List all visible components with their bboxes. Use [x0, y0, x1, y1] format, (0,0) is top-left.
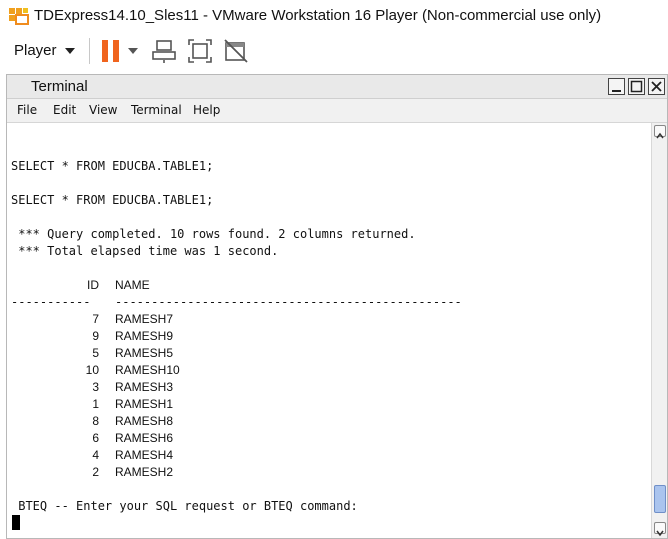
table-row-name: RAMESH6 — [115, 431, 174, 445]
table-row-id: 3 — [92, 380, 99, 394]
chevron-down-icon — [64, 48, 75, 55]
unity-icon[interactable] — [223, 38, 249, 64]
elapsed-time-line: *** Total elapsed time was 1 second. — [11, 244, 279, 258]
column-rule-name: ----------------------------------------… — [115, 295, 462, 309]
table-row-id: 5 — [92, 346, 99, 360]
menu-terminal[interactable]: Terminal — [131, 103, 182, 117]
table-row-id: 4 — [92, 448, 99, 462]
table-row-name: RAMESH9 — [115, 329, 174, 343]
terminal-titlebar[interactable]: Terminal — [7, 75, 667, 99]
terminal-menubar: File Edit View Terminal Help — [7, 99, 667, 123]
table-row-id: 7 — [92, 312, 99, 326]
scroll-down-button[interactable] — [654, 522, 666, 537]
minimize-icon — [612, 90, 621, 92]
table-row-name: RAMESH1 — [115, 397, 174, 411]
maximize-button[interactable] — [628, 78, 645, 95]
terminal-title: Terminal — [31, 78, 88, 95]
send-ctrl-alt-del-icon[interactable] — [151, 38, 177, 64]
table-row-id: 2 — [92, 465, 99, 479]
table-row-name: RAMESH5 — [115, 346, 174, 360]
pause-icon[interactable] — [100, 38, 122, 64]
dropdown-caret-icon[interactable] — [127, 38, 139, 64]
close-icon — [651, 81, 662, 92]
table-row-id: 8 — [92, 414, 99, 428]
sql-command-line: SELECT * FROM EDUCBA.TABLE1; — [11, 159, 214, 173]
chevron-down-icon — [656, 530, 664, 537]
scroll-up-button[interactable] — [654, 125, 666, 139]
scroll-thumb[interactable] — [654, 485, 666, 513]
vmware-logo-icon — [9, 8, 29, 25]
table-row-id: 6 — [92, 431, 99, 445]
toolbar-divider — [89, 38, 90, 64]
table-row-name: RAMESH8 — [115, 414, 174, 428]
table-row-name: RAMESH2 — [115, 465, 174, 479]
menu-edit[interactable]: Edit — [53, 103, 76, 117]
terminal-window: Terminal File Edit View Terminal Help SE… — [6, 74, 668, 539]
table-row-id: 1 — [92, 397, 99, 411]
vm-toolbar: Player — [0, 32, 668, 72]
table-row-name: RAMESH3 — [115, 380, 174, 394]
table-row-name: RAMESH10 — [115, 363, 180, 377]
bteq-prompt: BTEQ -- Enter your SQL request or BTEQ c… — [11, 499, 358, 513]
column-header-name: NAME — [115, 278, 150, 292]
column-rule-id: ----------- — [11, 295, 91, 309]
vertical-scrollbar[interactable] — [651, 123, 667, 538]
window-title: TDExpress14.10_Sles11 - VMware Workstati… — [34, 7, 602, 24]
table-row-name: RAMESH7 — [115, 312, 174, 326]
player-menu-label: Player — [14, 42, 57, 59]
sql-command-line: SELECT * FROM EDUCBA.TABLE1; — [11, 193, 214, 207]
text-cursor — [12, 515, 20, 530]
terminal-output[interactable]: SELECT * FROM EDUCBA.TABLE1; SELECT * FR… — [7, 123, 651, 538]
chevron-up-icon — [656, 132, 664, 139]
vm-titlebar: TDExpress14.10_Sles11 - VMware Workstati… — [0, 0, 668, 32]
fit-guest-icon[interactable] — [187, 38, 213, 64]
menu-view[interactable]: View — [89, 103, 117, 117]
player-menu-button[interactable]: Player — [14, 42, 75, 59]
close-button[interactable] — [648, 78, 665, 95]
table-row-id: 10 — [85, 363, 99, 377]
minimize-button[interactable] — [608, 78, 625, 95]
maximize-icon — [630, 80, 643, 93]
query-status-line: *** Query completed. 10 rows found. 2 co… — [11, 227, 416, 241]
table-row-name: RAMESH4 — [115, 448, 174, 462]
menu-file[interactable]: File — [17, 103, 37, 117]
table-row-id: 9 — [92, 329, 99, 343]
menu-help[interactable]: Help — [193, 103, 220, 117]
column-header-id: ID — [87, 278, 99, 292]
